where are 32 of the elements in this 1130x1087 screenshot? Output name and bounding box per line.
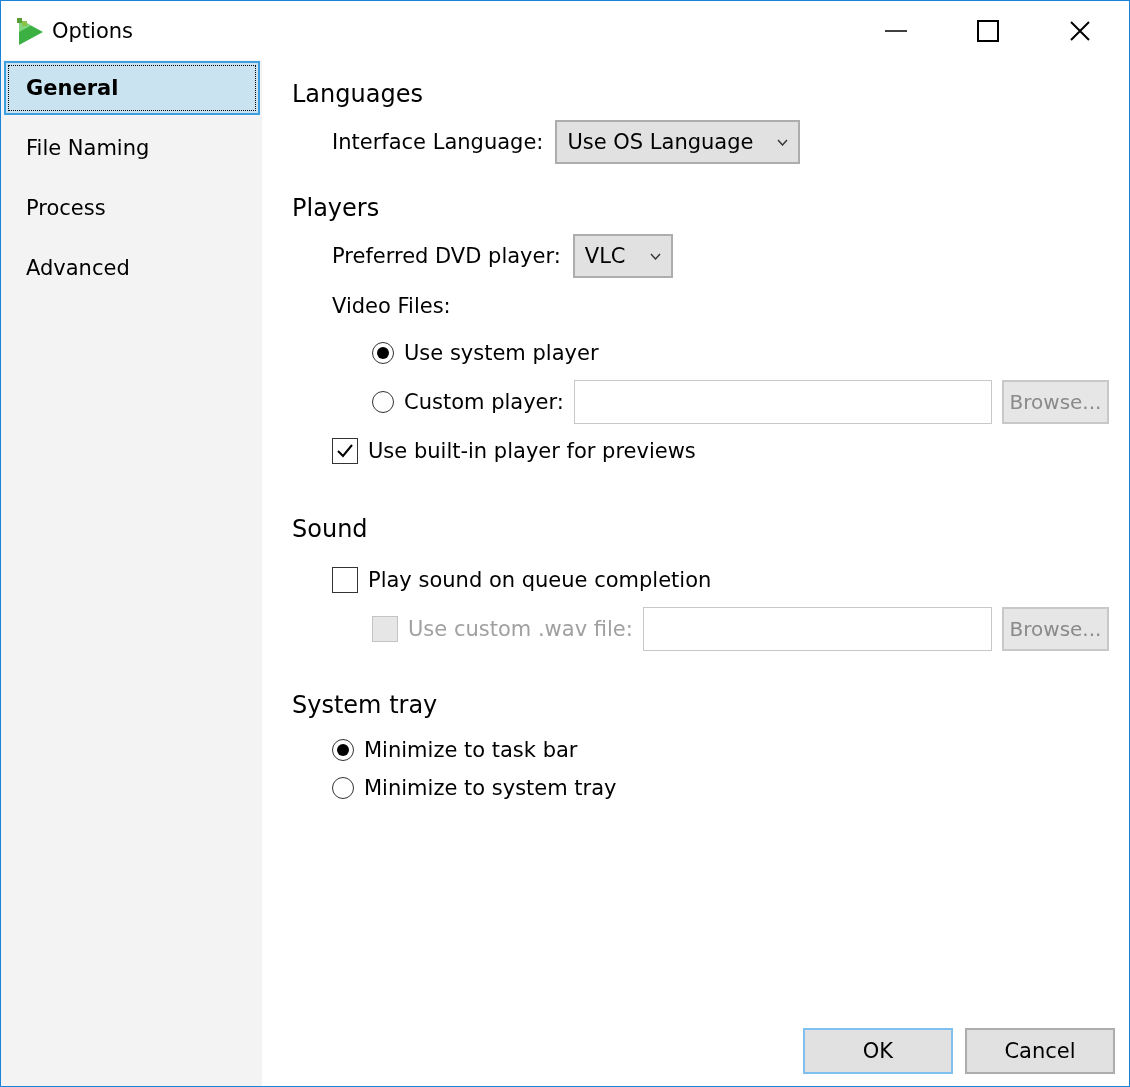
sidebar-item[interactable]: File Naming <box>4 121 260 175</box>
option-label: Custom player: <box>404 389 564 414</box>
section-heading: Sound <box>292 515 369 543</box>
dvd-player-dropdown[interactable]: VLC <box>572 234 673 278</box>
window-title: Options <box>52 18 134 43</box>
cancel-button[interactable]: Cancel <box>965 1028 1115 1074</box>
field-label: Interface Language: <box>332 130 544 154</box>
language-dropdown[interactable]: Use OS Language <box>555 120 801 164</box>
option-label: Use custom .wav file: <box>408 616 633 641</box>
app-logo-icon <box>15 15 45 46</box>
close-icon[interactable] <box>1069 19 1091 42</box>
ok-button[interactable]: OK <box>803 1028 953 1074</box>
field-label: Preferred DVD player: <box>332 244 561 268</box>
checkbox[interactable] <box>332 566 358 593</box>
sidebar-item[interactable]: Process <box>4 181 260 235</box>
option-label: Use built-in player for previews <box>368 438 696 463</box>
section-heading: System tray <box>292 691 439 719</box>
option-label: Minimize to system tray <box>364 776 617 800</box>
section-heading: Languages <box>292 80 424 108</box>
checkmark-icon <box>337 443 353 458</box>
chevron-down-icon <box>777 138 789 146</box>
chevron-down-icon <box>649 252 661 260</box>
sidebar-item[interactable]: Advanced <box>4 241 260 295</box>
checkbox[interactable] <box>332 437 358 464</box>
field-label: Video Files: <box>331 294 452 318</box>
option-label: Use system player <box>404 340 599 365</box>
maximize-icon[interactable] <box>977 19 999 42</box>
option-label: Minimize to task bar <box>364 738 578 762</box>
option-label: Play sound on queue completion <box>368 567 712 592</box>
sidebar-item[interactable]: General <box>4 61 260 115</box>
section-heading: Players <box>292 194 381 222</box>
player-path-field[interactable] <box>573 379 992 424</box>
